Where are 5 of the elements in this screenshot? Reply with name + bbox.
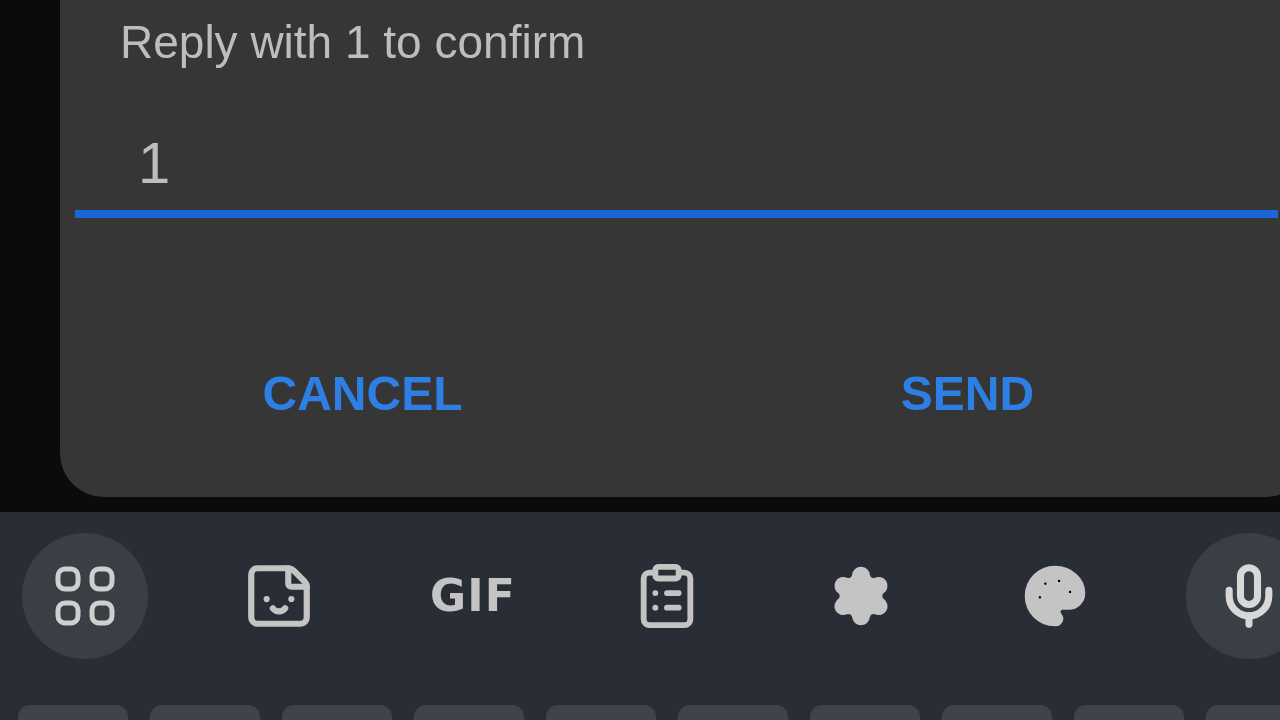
apps-grid-icon [54,565,116,627]
reply-input-field[interactable]: 1 [75,132,1278,218]
gif-button[interactable]: GIF [410,533,536,659]
palette-icon [1022,563,1088,629]
dialog-message: Reply with 1 to confirm [120,16,586,68]
